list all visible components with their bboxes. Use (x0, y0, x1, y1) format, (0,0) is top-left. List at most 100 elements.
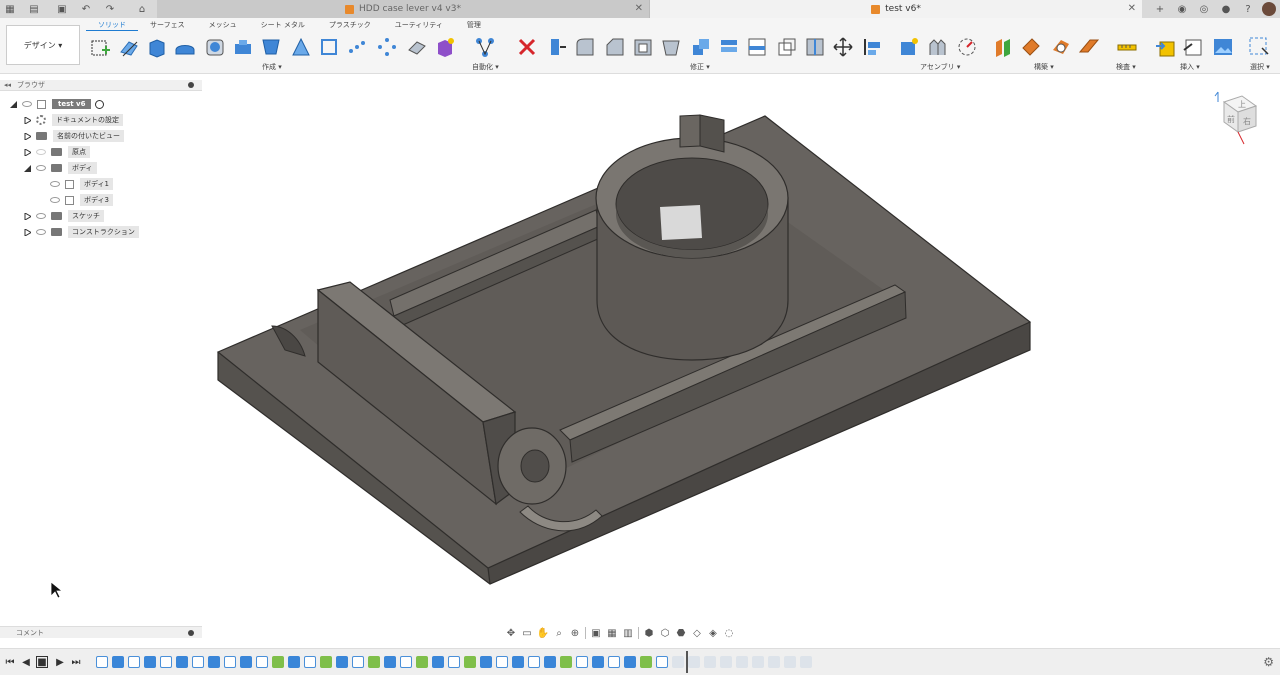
extensions-icon[interactable]: ◉ (1174, 1, 1190, 17)
timeline-marker[interactable] (686, 651, 688, 673)
view-cube[interactable]: 上 前 右 (1212, 88, 1258, 150)
pattern-icon[interactable] (346, 36, 368, 58)
workspace-switcher[interactable]: デザイン ▾ (6, 25, 80, 65)
timeline-sketch-icon[interactable] (400, 656, 412, 668)
timeline-plane-icon[interactable] (368, 656, 380, 668)
job-status-icon[interactable]: ◎ (1196, 1, 1212, 17)
timeline-sketch-icon[interactable] (608, 656, 620, 668)
tree-item-origin[interactable]: 原点 (24, 145, 90, 159)
press-pull-icon[interactable] (546, 36, 568, 58)
expanded-triangle-icon[interactable] (10, 100, 17, 108)
visual-style-edges-icon[interactable]: ⬡ (659, 627, 671, 639)
timeline-plane-icon[interactable] (640, 656, 652, 668)
split-face-icon[interactable] (804, 36, 826, 58)
timeline-plane-icon[interactable] (464, 656, 476, 668)
timeline-extrude-icon[interactable] (144, 656, 156, 668)
group-inspect-label[interactable]: 検査 ▾ (1116, 62, 1136, 72)
timeline-first-icon[interactable]: ⏮ (4, 656, 16, 668)
tab-plastic[interactable]: プラスチック (317, 20, 383, 31)
timeline-suppressed-icon[interactable] (720, 656, 732, 668)
3d-viewport[interactable] (0, 74, 1280, 644)
tangent-plane-icon[interactable] (1050, 36, 1072, 58)
timeline-sketch-icon[interactable] (160, 656, 172, 668)
visibility-icon[interactable] (36, 213, 46, 219)
tab-hdd-case-lever[interactable]: HDD case lever v4 v3* ✕ (157, 0, 650, 18)
viewports-icon[interactable]: ▥ (622, 627, 634, 639)
create-sketch-icon[interactable] (90, 36, 112, 58)
zoom-icon[interactable]: ⌕ (553, 627, 565, 639)
visual-style-outline-icon[interactable]: ◈ (707, 627, 719, 639)
replace-face-icon[interactable] (776, 36, 798, 58)
circular-pattern-icon[interactable] (376, 36, 398, 58)
collapsed-triangle-icon[interactable] (24, 132, 31, 140)
draft-icon[interactable] (660, 36, 682, 58)
close-tab-icon[interactable]: ✕ (635, 3, 643, 14)
timeline-sketch-icon[interactable] (352, 656, 364, 668)
timeline-extrude-icon[interactable] (592, 656, 604, 668)
notifications-icon[interactable]: ● (1218, 1, 1234, 17)
home-icon[interactable]: ⌂ (134, 1, 150, 17)
tree-item-doc-settings[interactable]: ドキュメントの設定 (24, 113, 123, 127)
create-base-feature-icon[interactable] (434, 36, 456, 58)
box-icon[interactable] (318, 36, 340, 58)
visibility-icon[interactable] (50, 181, 60, 187)
timeline-suppressed-icon[interactable] (704, 656, 716, 668)
mirror-icon[interactable] (406, 36, 428, 58)
timeline-extrude-icon[interactable] (112, 656, 124, 668)
offset-plane-icon[interactable] (992, 36, 1014, 58)
avatar[interactable] (1262, 2, 1276, 16)
timeline-sketch-icon[interactable] (192, 656, 204, 668)
timeline-sketch-icon[interactable] (496, 656, 508, 668)
timeline-sketch-icon[interactable] (224, 656, 236, 668)
timeline-fillet-icon[interactable] (208, 656, 220, 668)
tab-manage[interactable]: 管理 (455, 20, 493, 31)
collapsed-triangle-icon[interactable] (24, 116, 31, 124)
timeline-sketch-icon[interactable] (576, 656, 588, 668)
timeline-suppressed-icon[interactable] (800, 656, 812, 668)
save-icon[interactable]: ▣ (54, 1, 70, 17)
timeline-plane-icon[interactable] (416, 656, 428, 668)
timeline-stop-icon[interactable]: ■ (36, 656, 48, 668)
timeline-extrude-icon[interactable] (288, 656, 300, 668)
group-construct-label[interactable]: 構築 ▾ (1034, 62, 1054, 72)
timeline-suppressed-icon[interactable] (672, 656, 684, 668)
timeline-sketch-icon[interactable] (304, 656, 316, 668)
new-component-icon[interactable] (898, 36, 920, 58)
fillet-icon[interactable] (574, 36, 596, 58)
timeline-prev-icon[interactable]: ◀ (20, 656, 32, 668)
pin-icon[interactable] (188, 82, 194, 88)
visibility-icon[interactable] (36, 149, 46, 155)
tab-surface[interactable]: サーフェス (138, 20, 197, 31)
timeline-extrude-icon[interactable] (544, 656, 556, 668)
combine-icon[interactable] (718, 36, 740, 58)
visibility-icon[interactable] (22, 101, 32, 107)
new-tab-icon[interactable]: + (1152, 1, 1168, 17)
tree-item-body1[interactable]: ボディ1 (50, 177, 113, 191)
timeline-suppressed-icon[interactable] (752, 656, 764, 668)
timeline-suppressed-icon[interactable] (688, 656, 700, 668)
timeline-suppressed-icon[interactable] (736, 656, 748, 668)
timeline-last-icon[interactable]: ⏭ (70, 656, 82, 668)
loft-icon[interactable] (232, 36, 254, 58)
timeline-extrude-icon[interactable] (624, 656, 636, 668)
plane-at-angle-icon[interactable] (1020, 36, 1042, 58)
revolve-icon[interactable] (174, 36, 196, 58)
tab-sheet-metal[interactable]: シート メタル (249, 20, 317, 31)
collapsed-triangle-icon[interactable] (24, 212, 31, 220)
timeline-sketch-icon[interactable] (256, 656, 268, 668)
collapsed-triangle-icon[interactable] (24, 228, 31, 236)
timeline-plane-icon[interactable] (560, 656, 572, 668)
align-icon[interactable] (862, 36, 884, 58)
group-automate-label[interactable]: 自動化 ▾ (472, 62, 499, 72)
timeline-sketch-icon[interactable] (656, 656, 668, 668)
chamfer-icon[interactable] (604, 36, 626, 58)
insert-canvas-icon[interactable] (1212, 36, 1234, 58)
group-select-label[interactable]: 選択 ▾ (1250, 62, 1270, 72)
timeline-extrude-icon[interactable] (432, 656, 444, 668)
group-create-label[interactable]: 作成 ▾ (262, 62, 282, 72)
visual-style-shaded-icon[interactable]: ⬢ (643, 627, 655, 639)
file-menu-icon[interactable]: ▤ (26, 1, 42, 17)
grid-settings-icon[interactable]: ▦ (606, 627, 618, 639)
timeline-pattern-icon[interactable] (512, 656, 524, 668)
display-settings-icon[interactable]: ▣ (590, 627, 602, 639)
